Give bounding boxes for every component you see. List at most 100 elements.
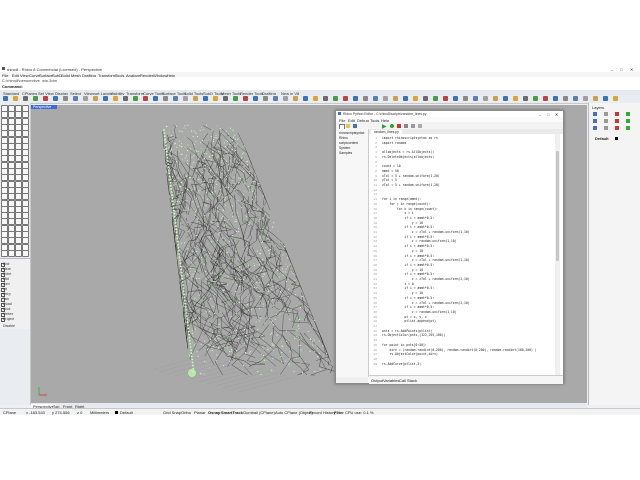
point[interactable] xyxy=(211,290,213,293)
point[interactable] xyxy=(176,234,178,237)
toolbar-tool-icon[interactable] xyxy=(293,96,298,101)
toolbar-tool-icon[interactable] xyxy=(413,96,418,101)
step-into-icon[interactable] xyxy=(411,123,415,128)
point[interactable] xyxy=(224,224,226,226)
point[interactable] xyxy=(220,161,222,163)
code-line[interactable]: if i < ammt*0.5: xyxy=(382,244,434,248)
curve[interactable] xyxy=(265,277,277,318)
open-file-icon[interactable] xyxy=(346,123,350,128)
point[interactable] xyxy=(189,148,191,150)
point[interactable] xyxy=(315,344,317,346)
point[interactable] xyxy=(188,339,191,342)
code-line[interactable]: if i < ammt*0.5: xyxy=(382,216,434,220)
toolbar-tool-icon[interactable] xyxy=(603,96,608,101)
point[interactable] xyxy=(197,178,199,181)
point[interactable] xyxy=(241,369,243,371)
panel-tool-icon[interactable] xyxy=(626,112,630,116)
point[interactable] xyxy=(235,188,237,190)
point[interactable] xyxy=(285,340,287,342)
point[interactable] xyxy=(207,226,209,228)
tab-output[interactable]: Output xyxy=(371,378,383,383)
point[interactable] xyxy=(170,135,172,137)
code-line[interactable]: for point in pnts[0:50]: xyxy=(382,343,427,347)
point[interactable] xyxy=(220,327,222,329)
point[interactable] xyxy=(222,196,224,198)
point[interactable] xyxy=(167,166,170,169)
toolbar-tool-icon[interactable] xyxy=(173,96,178,101)
point[interactable] xyxy=(225,187,227,189)
point[interactable] xyxy=(259,320,261,322)
point[interactable] xyxy=(265,295,267,297)
point[interactable] xyxy=(246,197,248,199)
point[interactable] xyxy=(208,167,211,169)
toolbar-tool-icon[interactable] xyxy=(223,96,228,101)
point[interactable] xyxy=(168,141,170,143)
point[interactable] xyxy=(237,216,239,218)
tree-item-rhino[interactable]: Rhino xyxy=(339,136,348,140)
status-ortho[interactable]: Ortho xyxy=(181,410,191,415)
point[interactable] xyxy=(228,350,231,352)
point[interactable] xyxy=(215,281,217,283)
point[interactable] xyxy=(222,133,224,135)
point[interactable] xyxy=(171,194,173,196)
point[interactable] xyxy=(190,331,192,333)
point[interactable] xyxy=(261,206,263,208)
point[interactable] xyxy=(257,328,259,330)
point[interactable] xyxy=(184,127,186,129)
point[interactable] xyxy=(247,319,249,321)
point[interactable] xyxy=(263,348,265,350)
point[interactable] xyxy=(322,345,324,347)
point[interactable] xyxy=(226,305,228,307)
point[interactable] xyxy=(271,343,273,345)
point[interactable] xyxy=(198,294,200,296)
point[interactable] xyxy=(206,153,208,155)
point[interactable] xyxy=(180,222,182,224)
point[interactable] xyxy=(261,242,263,244)
point[interactable] xyxy=(258,308,260,310)
toolbar-tool-icon[interactable] xyxy=(53,96,58,101)
toolbar-tool-icon[interactable] xyxy=(123,96,128,101)
point[interactable] xyxy=(230,299,232,302)
point[interactable] xyxy=(174,219,176,221)
point[interactable] xyxy=(285,268,287,270)
point[interactable] xyxy=(212,140,215,142)
point[interactable] xyxy=(237,227,240,230)
point[interactable] xyxy=(207,185,209,187)
toolbar-tool-icon[interactable] xyxy=(253,96,258,101)
point[interactable] xyxy=(207,173,209,175)
point[interactable] xyxy=(190,352,193,355)
point[interactable] xyxy=(194,247,196,249)
point[interactable] xyxy=(226,186,228,188)
code-line[interactable]: for k in range(count): xyxy=(382,207,438,211)
point[interactable] xyxy=(192,364,194,367)
point[interactable] xyxy=(287,296,289,298)
point[interactable] xyxy=(285,280,288,282)
point[interactable] xyxy=(271,279,273,281)
point[interactable] xyxy=(191,130,193,132)
point[interactable] xyxy=(219,201,221,204)
point[interactable] xyxy=(269,249,272,251)
point[interactable] xyxy=(243,279,245,281)
point[interactable] xyxy=(180,268,183,271)
point[interactable] xyxy=(187,221,189,223)
point[interactable] xyxy=(166,160,169,162)
point[interactable] xyxy=(217,285,219,287)
point[interactable] xyxy=(219,188,222,191)
code-line[interactable]: y = 10 xyxy=(382,221,423,225)
point[interactable] xyxy=(215,354,218,356)
point[interactable] xyxy=(298,319,300,321)
point[interactable] xyxy=(197,309,199,311)
point[interactable] xyxy=(212,272,214,274)
point[interactable] xyxy=(207,343,210,345)
point[interactable] xyxy=(289,264,291,266)
point[interactable] xyxy=(245,352,247,354)
point[interactable] xyxy=(279,309,281,311)
point[interactable] xyxy=(164,148,166,150)
point[interactable] xyxy=(179,186,182,188)
point[interactable] xyxy=(210,136,212,138)
point[interactable] xyxy=(258,182,260,185)
point[interactable] xyxy=(229,144,231,146)
point[interactable] xyxy=(212,139,214,141)
point[interactable] xyxy=(273,225,275,228)
curve[interactable] xyxy=(266,255,287,303)
